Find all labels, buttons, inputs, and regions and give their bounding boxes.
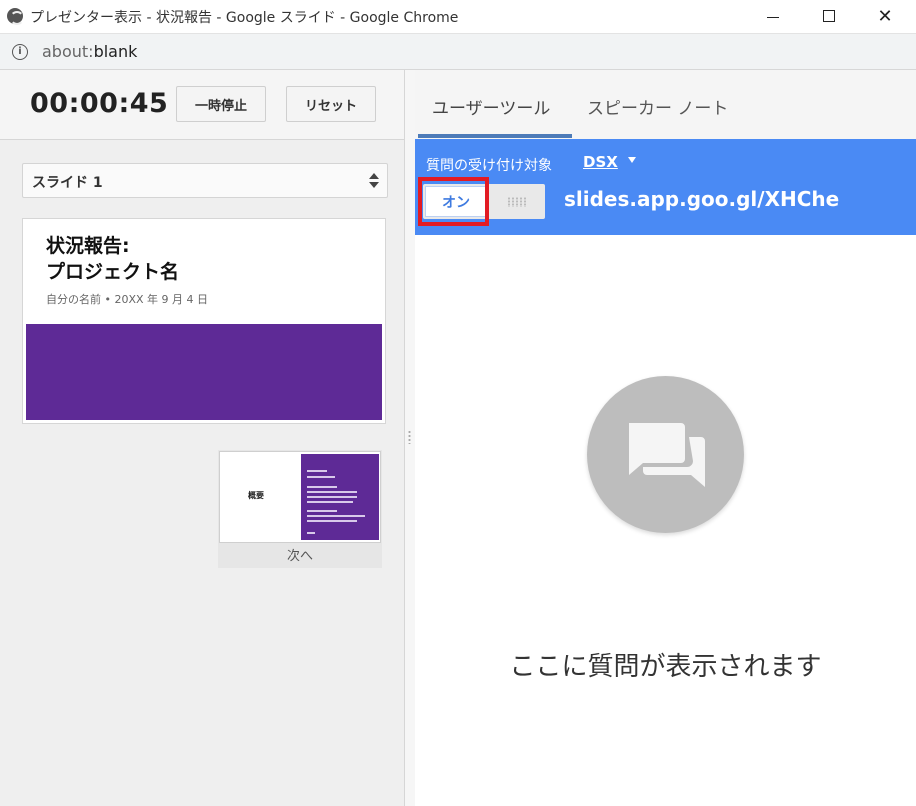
qa-url[interactable]: slides.app.goo.gl/XHChe [564,187,839,211]
qa-audience-dropdown[interactable]: DSX [583,153,618,171]
close-button[interactable]: ✕ [862,0,908,32]
next-slide-title: 概要 [248,491,264,500]
minimize-button[interactable] [750,0,796,32]
maximize-button[interactable] [806,0,852,32]
chrome-icon [7,8,24,25]
next-slide-thumbnail: 概要 [219,451,381,543]
url-field[interactable]: about:blank [42,42,137,61]
presenter-left-panel: 00:00:45 一時停止 リセット スライド 1 状況報告: プロジェクト名 … [0,70,405,806]
current-slide-preview: 状況報告: プロジェクト名 自分の名前 • 20XX 年 9 月 4 日 [22,218,386,424]
window-title: プレゼンター表示 - 状況報告 - Google スライド - Google C… [30,10,459,26]
slide-subtitle: 自分の名前 • 20XX 年 9 月 4 日 [46,293,209,306]
minimize-icon [767,16,779,18]
slide-color-band [26,324,382,420]
slide-title-line2: プロジェクト名 [46,261,180,283]
reset-button[interactable]: リセット [286,86,376,122]
toggle-grip-icon [507,197,527,207]
close-icon: ✕ [877,5,893,27]
address-bar: i about:blank [0,34,916,70]
chat-bubbles-icon [629,423,705,487]
next-slide-button[interactable]: 概要 次へ [218,450,382,568]
tab-speaker-notes[interactable]: スピーカー ノート [587,94,728,119]
slide-select-value: スライド 1 [32,175,103,191]
tab-bar: ユーザーツール スピーカー ノート [415,70,916,139]
qa-label: 質問の受け付け対象 [426,158,552,174]
pause-button[interactable]: 一時停止 [176,86,266,122]
active-tab-indicator [418,134,572,138]
info-icon[interactable]: i [12,44,28,60]
slide-title-line1: 状況報告: [46,235,130,257]
window-titlebar: プレゼンター表示 - 状況報告 - Google スライド - Google C… [0,0,916,34]
empty-state-message: ここに質問が表示されます [509,652,822,682]
elapsed-timer: 00:00:45 [30,88,169,119]
next-label: 次へ [286,549,313,564]
qa-bar: 質問の受け付け対象 DSX オン slides.app.goo.gl/XHChe [415,139,916,235]
url-path: blank [93,42,138,61]
slide-select[interactable]: スライド 1 [22,163,388,198]
select-arrows-icon [369,173,379,189]
empty-state-illustration [587,376,744,533]
timer-bar: 00:00:45 一時停止 リセット [0,70,404,140]
panel-splitter[interactable] [405,70,415,806]
url-scheme: about: [42,42,94,61]
next-slide-panel [301,454,379,540]
dropdown-caret-icon[interactable] [628,157,636,163]
tab-user-tools[interactable]: ユーザーツール [432,94,550,119]
slide-title: 状況報告: プロジェクト名 [46,233,179,285]
maximize-icon [823,10,835,22]
highlight-box [418,177,489,226]
drag-handle-icon [408,430,411,444]
presenter-right-panel: ユーザーツール スピーカー ノート 質問の受け付け対象 DSX オン slide… [415,70,916,806]
